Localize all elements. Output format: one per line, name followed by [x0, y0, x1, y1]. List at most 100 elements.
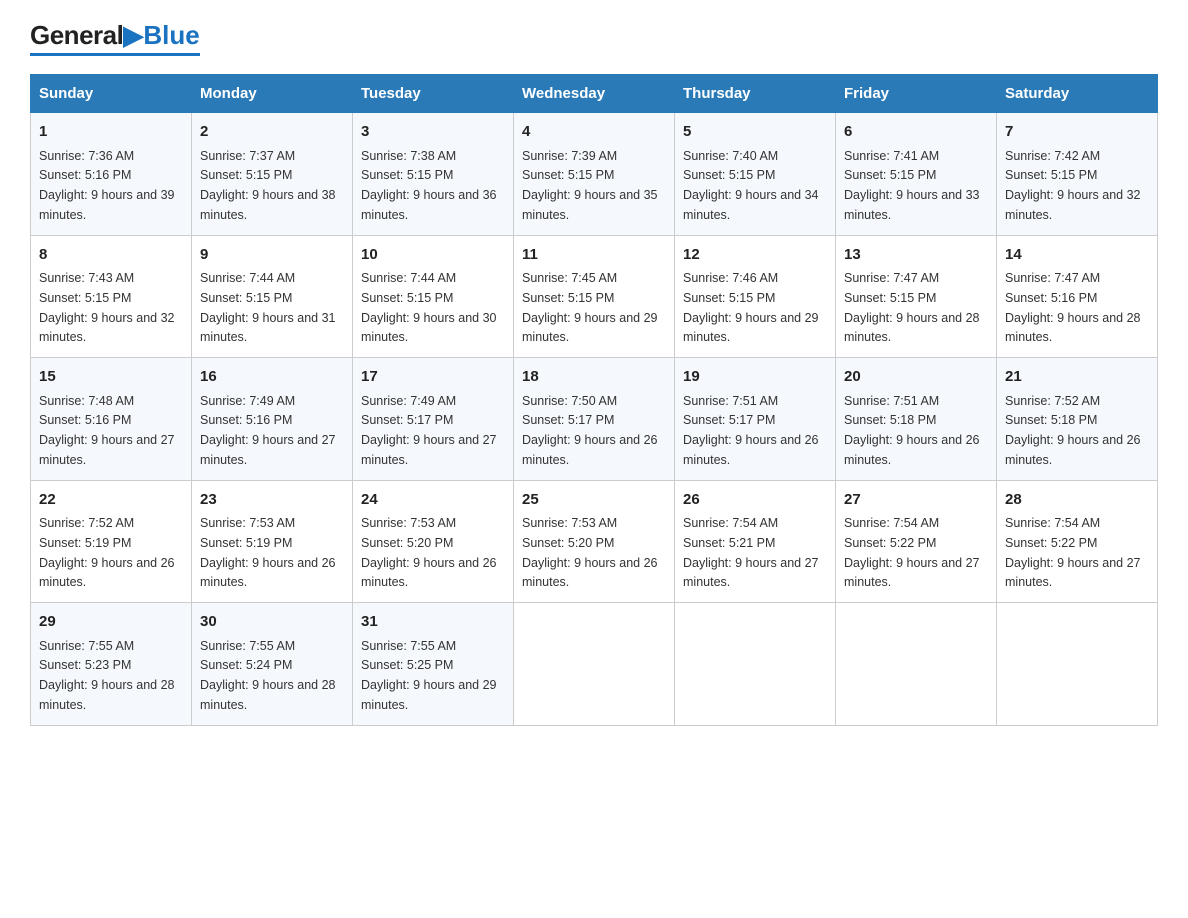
day-cell: 2 Sunrise: 7:37 AM Sunset: 5:15 PM Dayli…: [192, 113, 353, 236]
day-sunset: Sunset: 5:19 PM: [39, 536, 131, 550]
day-sunrise: Sunrise: 7:38 AM: [361, 149, 456, 163]
day-sunrise: Sunrise: 7:37 AM: [200, 149, 295, 163]
header-row: SundayMondayTuesdayWednesdayThursdayFrid…: [31, 75, 1158, 113]
day-cell: 17 Sunrise: 7:49 AM Sunset: 5:17 PM Dayl…: [353, 358, 514, 481]
day-number: 17: [361, 366, 505, 389]
header-thursday: Thursday: [675, 75, 836, 113]
day-sunrise: Sunrise: 7:45 AM: [522, 271, 617, 285]
day-cell: 23 Sunrise: 7:53 AM Sunset: 5:19 PM Dayl…: [192, 480, 353, 603]
day-sunset: Sunset: 5:15 PM: [39, 291, 131, 305]
day-daylight: Daylight: 9 hours and 27 minutes.: [1005, 556, 1141, 590]
day-cell: 7 Sunrise: 7:42 AM Sunset: 5:15 PM Dayli…: [997, 113, 1158, 236]
day-cell: 4 Sunrise: 7:39 AM Sunset: 5:15 PM Dayli…: [514, 113, 675, 236]
day-daylight: Daylight: 9 hours and 27 minutes.: [844, 556, 980, 590]
day-sunset: Sunset: 5:15 PM: [683, 291, 775, 305]
day-number: 14: [1005, 244, 1149, 267]
day-sunset: Sunset: 5:20 PM: [522, 536, 614, 550]
day-sunset: Sunset: 5:18 PM: [1005, 413, 1097, 427]
day-cell: 11 Sunrise: 7:45 AM Sunset: 5:15 PM Dayl…: [514, 235, 675, 358]
day-number: 13: [844, 244, 988, 267]
day-cell: 6 Sunrise: 7:41 AM Sunset: 5:15 PM Dayli…: [836, 113, 997, 236]
day-number: 4: [522, 121, 666, 144]
day-cell: 20 Sunrise: 7:51 AM Sunset: 5:18 PM Dayl…: [836, 358, 997, 481]
day-daylight: Daylight: 9 hours and 29 minutes.: [522, 311, 658, 345]
day-daylight: Daylight: 9 hours and 31 minutes.: [200, 311, 336, 345]
week-row-5: 29 Sunrise: 7:55 AM Sunset: 5:23 PM Dayl…: [31, 603, 1158, 726]
day-number: 12: [683, 244, 827, 267]
day-number: 6: [844, 121, 988, 144]
day-number: 26: [683, 489, 827, 512]
day-sunset: Sunset: 5:17 PM: [683, 413, 775, 427]
day-sunrise: Sunrise: 7:42 AM: [1005, 149, 1100, 163]
day-cell: 29 Sunrise: 7:55 AM Sunset: 5:23 PM Dayl…: [31, 603, 192, 726]
day-number: 25: [522, 489, 666, 512]
day-daylight: Daylight: 9 hours and 29 minutes.: [361, 678, 497, 712]
day-cell: 15 Sunrise: 7:48 AM Sunset: 5:16 PM Dayl…: [31, 358, 192, 481]
page-header: General ▶ Blue: [30, 20, 1158, 56]
day-sunset: Sunset: 5:17 PM: [522, 413, 614, 427]
day-sunrise: Sunrise: 7:52 AM: [39, 516, 134, 530]
day-number: 9: [200, 244, 344, 267]
day-cell: 10 Sunrise: 7:44 AM Sunset: 5:15 PM Dayl…: [353, 235, 514, 358]
day-number: 16: [200, 366, 344, 389]
day-number: 10: [361, 244, 505, 267]
day-sunrise: Sunrise: 7:48 AM: [39, 394, 134, 408]
day-sunset: Sunset: 5:15 PM: [361, 168, 453, 182]
day-sunrise: Sunrise: 7:44 AM: [200, 271, 295, 285]
logo: General ▶ Blue: [30, 20, 200, 56]
day-daylight: Daylight: 9 hours and 32 minutes.: [1005, 188, 1141, 222]
header-monday: Monday: [192, 75, 353, 113]
day-number: 28: [1005, 489, 1149, 512]
day-sunset: Sunset: 5:25 PM: [361, 658, 453, 672]
day-sunset: Sunset: 5:15 PM: [844, 168, 936, 182]
day-number: 18: [522, 366, 666, 389]
week-row-1: 1 Sunrise: 7:36 AM Sunset: 5:16 PM Dayli…: [31, 113, 1158, 236]
logo-general-text: General: [30, 20, 123, 51]
day-sunrise: Sunrise: 7:47 AM: [844, 271, 939, 285]
calendar-body: 1 Sunrise: 7:36 AM Sunset: 5:16 PM Dayli…: [31, 113, 1158, 726]
day-sunset: Sunset: 5:16 PM: [200, 413, 292, 427]
day-cell: 19 Sunrise: 7:51 AM Sunset: 5:17 PM Dayl…: [675, 358, 836, 481]
day-number: 21: [1005, 366, 1149, 389]
day-cell: 5 Sunrise: 7:40 AM Sunset: 5:15 PM Dayli…: [675, 113, 836, 236]
day-cell: 25 Sunrise: 7:53 AM Sunset: 5:20 PM Dayl…: [514, 480, 675, 603]
day-daylight: Daylight: 9 hours and 26 minutes.: [1005, 433, 1141, 467]
day-daylight: Daylight: 9 hours and 27 minutes.: [683, 556, 819, 590]
day-sunrise: Sunrise: 7:36 AM: [39, 149, 134, 163]
day-cell: 14 Sunrise: 7:47 AM Sunset: 5:16 PM Dayl…: [997, 235, 1158, 358]
day-sunset: Sunset: 5:21 PM: [683, 536, 775, 550]
day-sunrise: Sunrise: 7:39 AM: [522, 149, 617, 163]
day-sunset: Sunset: 5:15 PM: [200, 291, 292, 305]
day-daylight: Daylight: 9 hours and 34 minutes.: [683, 188, 819, 222]
day-cell: 28 Sunrise: 7:54 AM Sunset: 5:22 PM Dayl…: [997, 480, 1158, 603]
day-sunrise: Sunrise: 7:43 AM: [39, 271, 134, 285]
day-cell: 3 Sunrise: 7:38 AM Sunset: 5:15 PM Dayli…: [353, 113, 514, 236]
day-cell: 12 Sunrise: 7:46 AM Sunset: 5:15 PM Dayl…: [675, 235, 836, 358]
day-sunrise: Sunrise: 7:50 AM: [522, 394, 617, 408]
logo-blue-text: ▶: [123, 20, 143, 51]
day-cell: 30 Sunrise: 7:55 AM Sunset: 5:24 PM Dayl…: [192, 603, 353, 726]
day-sunrise: Sunrise: 7:49 AM: [361, 394, 456, 408]
empty-cell: [997, 603, 1158, 726]
day-cell: 31 Sunrise: 7:55 AM Sunset: 5:25 PM Dayl…: [353, 603, 514, 726]
day-sunset: Sunset: 5:18 PM: [844, 413, 936, 427]
calendar-table: SundayMondayTuesdayWednesdayThursdayFrid…: [30, 74, 1158, 726]
empty-cell: [836, 603, 997, 726]
day-sunset: Sunset: 5:15 PM: [361, 291, 453, 305]
header-friday: Friday: [836, 75, 997, 113]
day-daylight: Daylight: 9 hours and 38 minutes.: [200, 188, 336, 222]
empty-cell: [514, 603, 675, 726]
day-daylight: Daylight: 9 hours and 27 minutes.: [361, 433, 497, 467]
day-sunrise: Sunrise: 7:54 AM: [844, 516, 939, 530]
day-number: 20: [844, 366, 988, 389]
day-number: 19: [683, 366, 827, 389]
day-sunrise: Sunrise: 7:51 AM: [683, 394, 778, 408]
day-daylight: Daylight: 9 hours and 35 minutes.: [522, 188, 658, 222]
day-sunrise: Sunrise: 7:40 AM: [683, 149, 778, 163]
day-sunrise: Sunrise: 7:47 AM: [1005, 271, 1100, 285]
day-sunset: Sunset: 5:15 PM: [522, 291, 614, 305]
day-number: 31: [361, 611, 505, 634]
day-cell: 21 Sunrise: 7:52 AM Sunset: 5:18 PM Dayl…: [997, 358, 1158, 481]
day-sunrise: Sunrise: 7:54 AM: [683, 516, 778, 530]
day-cell: 1 Sunrise: 7:36 AM Sunset: 5:16 PM Dayli…: [31, 113, 192, 236]
